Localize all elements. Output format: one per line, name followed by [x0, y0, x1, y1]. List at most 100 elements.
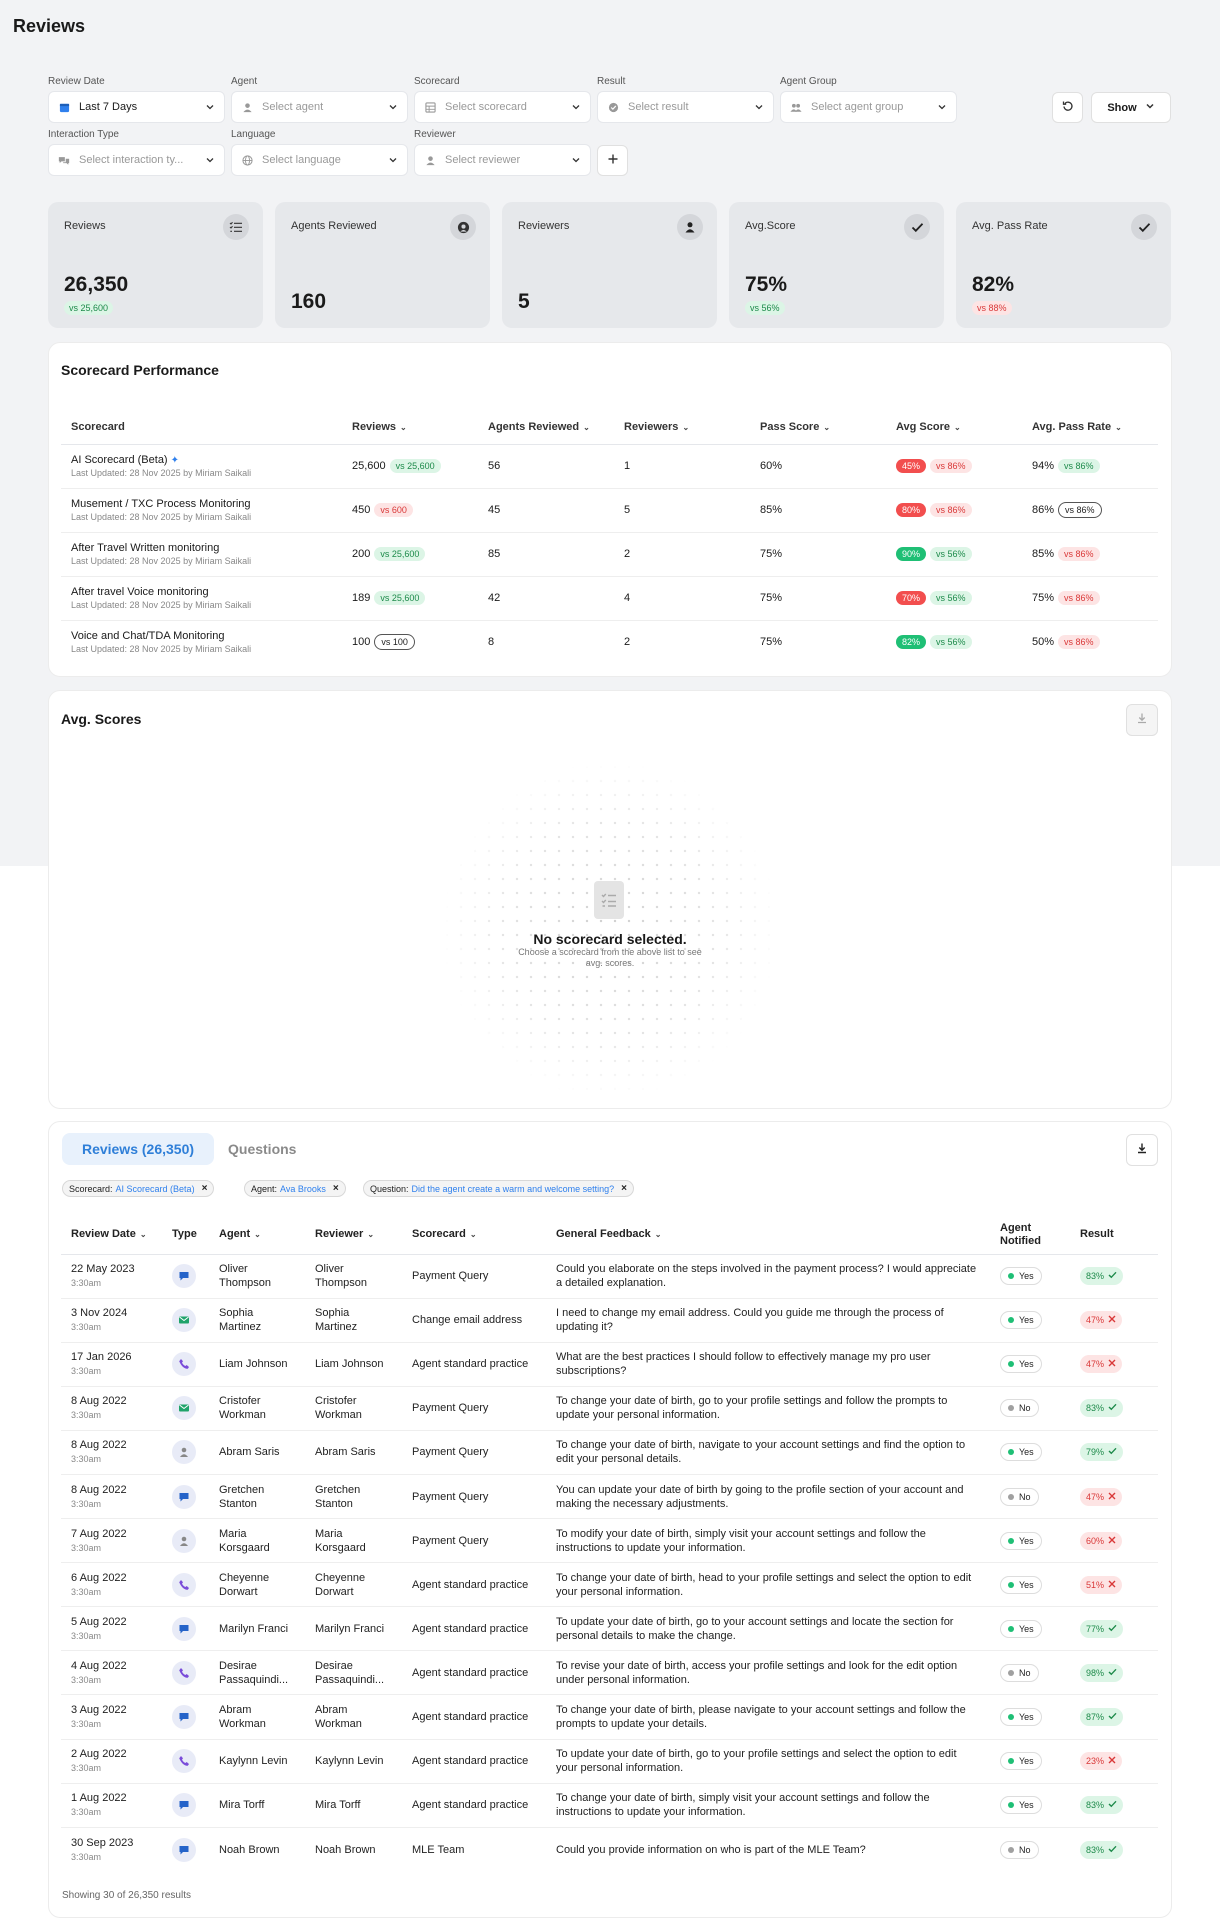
close-icon[interactable]: ×: [333, 1183, 339, 1194]
filter-interaction-type: Interaction Type Select interaction ty..…: [48, 129, 225, 176]
table-row[interactable]: 8 Aug 2022 3:30am Cristofer Workman Cristof…: [61, 1386, 1158, 1431]
result-value: 83%: [1086, 1271, 1105, 1282]
close-icon[interactable]: ×: [621, 1183, 627, 1194]
pass-rate-value: 86%: [1032, 503, 1055, 516]
result-value: 60%: [1086, 1535, 1105, 1546]
review-date: 3 Nov 2024: [71, 1307, 128, 1320]
notified-value: Yes: [1019, 1579, 1034, 1590]
reset-filters-button[interactable]: [1052, 92, 1083, 123]
review-date-cell: 4 Aug 2022 3:30am: [61, 1650, 162, 1696]
reviewer-select[interactable]: Select reviewer: [414, 144, 591, 176]
result-badge: 83%: [1080, 1840, 1124, 1859]
table-row[interactable]: 6 Aug 2022 3:30am Cheyenne Dorwart Cheyenne…: [61, 1562, 1158, 1608]
col-scorecard[interactable]: Scorecard ⌄: [402, 1216, 546, 1255]
agent-cell: Kaylynn Levin: [209, 1739, 305, 1784]
result-cell: 47%: [1070, 1474, 1158, 1520]
table-row[interactable]: 30 Sep 2023 3:30am Noah Brown Noah Brown MLE…: [61, 1827, 1158, 1871]
compare-badge: vs 25,600: [374, 547, 426, 561]
language-select[interactable]: Select language: [231, 144, 408, 176]
result-value: 23%: [1086, 1756, 1105, 1767]
reviewer-cell: Cheyenne Dorwart: [305, 1562, 402, 1608]
table-row[interactable]: Musement / TXC Process Monitoring Last Up…: [61, 488, 1158, 533]
table-row[interactable]: 4 Aug 2022 3:30am Desirae Passaquindi... De…: [61, 1650, 1158, 1696]
result-badge: 83%: [1080, 1267, 1124, 1286]
person-icon: [172, 1440, 196, 1465]
table-row[interactable]: 3 Aug 2022 3:30am Abram Workman Abram Workm…: [61, 1694, 1158, 1740]
col-avg-score[interactable]: Avg Score ⌄: [886, 411, 1022, 445]
kpi-value: 75%: [745, 273, 788, 296]
kpi-label: Agents Reviewed: [291, 220, 377, 232]
chip-value: Did the agent create a warm and welcome …: [411, 1183, 615, 1194]
avg-score-badge: 82%: [896, 635, 927, 650]
scorecard-performance-table: Scorecard Reviews ⌄ Agents Reviewed ⌄ Revi…: [61, 411, 1158, 664]
reviewer-cell: Gretchen Stanton: [305, 1474, 402, 1520]
pass-rate-cell: 85% vs 86%: [1022, 532, 1158, 577]
col-reviewers[interactable]: Reviewers ⌄: [614, 411, 750, 445]
col-agent[interactable]: Agent ⌄: [209, 1216, 305, 1255]
table-row[interactable]: 2 Aug 2022 3:30am Kaylynn Levin Kaylynn Lev…: [61, 1739, 1158, 1784]
table-row[interactable]: 5 Aug 2022 3:30am Marilyn Franci Marilyn Fr…: [61, 1606, 1158, 1652]
type-cell: [162, 1254, 209, 1299]
download-button[interactable]: [1126, 1134, 1158, 1166]
table-row[interactable]: 3 Nov 2024 3:30am Sophia Martinez Sophia Ma…: [61, 1298, 1158, 1343]
result-value: 83%: [1086, 1403, 1105, 1414]
filter-chip-question[interactable]: Question: Did the agent create a warm and…: [363, 1180, 634, 1197]
result-badge: 51%: [1080, 1575, 1123, 1594]
table-row[interactable]: AI Scorecard (Beta) ✦ Last Updated: 28 No…: [61, 444, 1158, 489]
scorecard-select[interactable]: Select scorecard: [414, 91, 591, 123]
download-button[interactable]: [1126, 704, 1158, 736]
result-cell: 87%: [1070, 1694, 1158, 1740]
check-icon: [1108, 1710, 1117, 1724]
show-button[interactable]: Show: [1091, 92, 1171, 123]
agent-group-select[interactable]: Select agent group: [780, 91, 957, 123]
agent-select[interactable]: Select agent: [231, 91, 408, 123]
kpi-label: Reviewers: [518, 220, 570, 232]
col-reviewer[interactable]: Reviewer ⌄: [305, 1216, 402, 1255]
avg-score-cell: 45% vs 86%: [886, 444, 1022, 489]
result-cell: 83%: [1070, 1783, 1158, 1828]
scorecard-cell: Agent standard practice: [402, 1342, 546, 1387]
table-row[interactable]: 1 Aug 2022 3:30am Mira Torff Mira Torff Agen…: [61, 1783, 1158, 1828]
table-row[interactable]: Voice and Chat/TDA Monitoring Last Update…: [61, 620, 1158, 664]
col-pass-score[interactable]: Pass Score ⌄: [750, 411, 886, 445]
add-filter-button[interactable]: [597, 145, 628, 176]
col-general-feedback[interactable]: General Feedback ⌄: [546, 1216, 990, 1255]
result-select[interactable]: Select result: [597, 91, 774, 123]
tab-questions[interactable]: Questions: [228, 1133, 296, 1165]
scorecard-cell: Voice and Chat/TDA Monitoring Last Update…: [61, 620, 342, 664]
review-date-select[interactable]: Last 7 Days: [48, 91, 225, 123]
filter-chip-agent[interactable]: Agent: Ava Brooks ×: [244, 1180, 346, 1197]
col-reviews[interactable]: Reviews ⌄: [342, 411, 478, 445]
result-value: 83%: [1086, 1844, 1105, 1855]
close-icon[interactable]: ×: [202, 1183, 208, 1194]
table-row[interactable]: 22 May 2023 3:30am Oliver Thompson Oliver T…: [61, 1254, 1158, 1299]
result-badge: 77%: [1080, 1619, 1124, 1638]
col-avg-pass-rate[interactable]: Avg. Pass Rate ⌄: [1022, 411, 1158, 445]
notified-cell: Yes: [990, 1342, 1070, 1387]
table-row[interactable]: 7 Aug 2022 3:30am Maria Korsgaard Maria Kor…: [61, 1518, 1158, 1564]
check-icon: [1108, 1622, 1117, 1636]
col-review-date[interactable]: Review Date ⌄: [61, 1216, 162, 1255]
interaction-type-select[interactable]: Select interaction ty...: [48, 144, 225, 176]
notified-badge: Yes: [1000, 1443, 1042, 1462]
col-agents-reviewed[interactable]: Agents Reviewed ⌄: [478, 411, 614, 445]
reviews-cell: 189 vs 25,600: [342, 576, 478, 621]
pass-score-cell: 75%: [760, 636, 783, 649]
table-row[interactable]: After travel Voice monitoring Last Update…: [61, 576, 1158, 621]
scorecard-cell: Payment Query: [402, 1474, 546, 1520]
table-row[interactable]: 8 Aug 2022 3:30am Gretchen Stanton Gretchen…: [61, 1474, 1158, 1520]
empty-state-title: No scorecard selected.: [533, 931, 687, 947]
table-row[interactable]: 17 Jan 2026 3:30am Liam Johnson Liam Johnso…: [61, 1342, 1158, 1387]
feedback-cell: You can update your date of birth by goi…: [546, 1474, 990, 1520]
tab-reviews[interactable]: Reviews (26,350): [62, 1133, 214, 1165]
review-time: 3:30am: [71, 1366, 102, 1377]
filter-chip-scorecard[interactable]: Scorecard: AI Scorecard (Beta) ×: [62, 1180, 215, 1197]
table-row[interactable]: After Travel Written monitoring Last Upda…: [61, 532, 1158, 577]
kpi-label: Reviews: [64, 220, 106, 232]
sort-chevron-icon: ⌄: [654, 1230, 662, 1240]
agents-cell: 42: [478, 576, 614, 621]
review-date: 17 Jan 2026: [71, 1351, 132, 1364]
table-row[interactable]: 8 Aug 2022 3:30am Abram Saris Abram Saris Pa…: [61, 1430, 1158, 1475]
reviewer-cell: Oliver Thompson: [305, 1254, 402, 1299]
feedback-cell: To update your date of birth, go to your…: [546, 1606, 990, 1652]
